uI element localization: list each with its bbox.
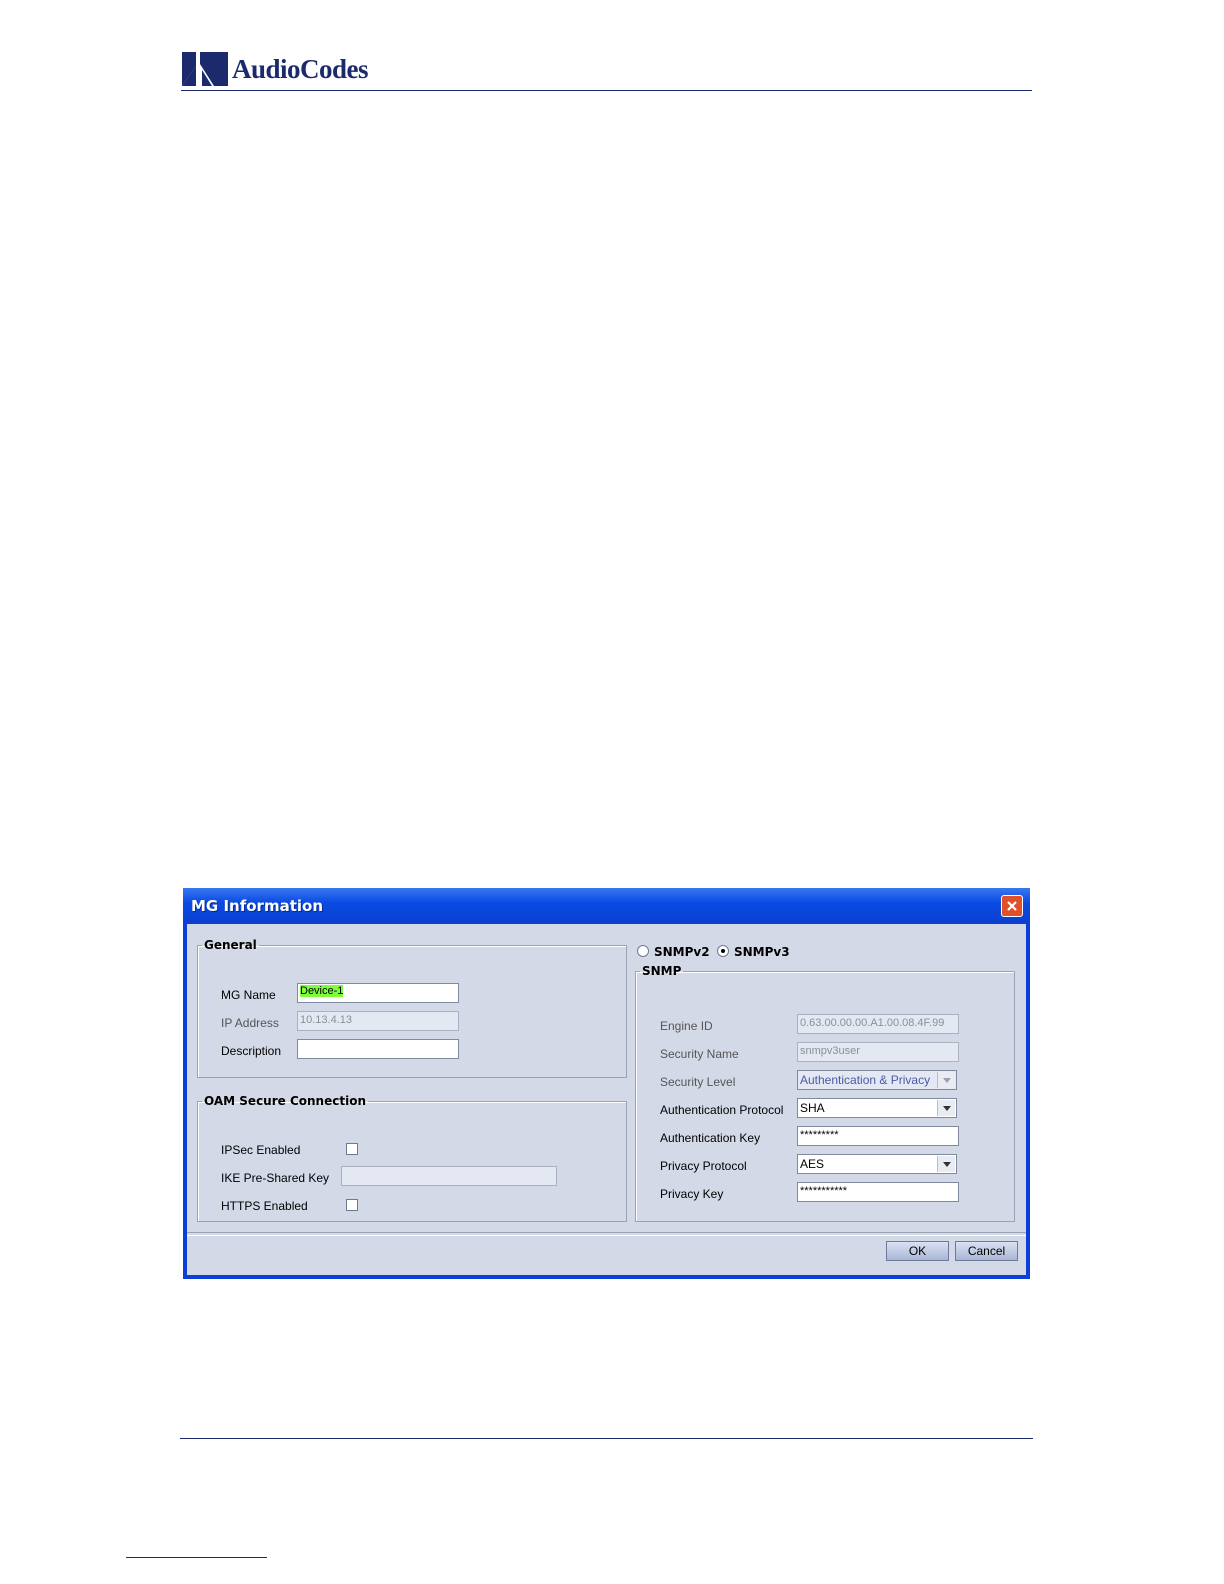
security-name-input: snmpv3user (797, 1042, 959, 1062)
close-icon (1007, 901, 1017, 911)
header-rule (181, 90, 1032, 91)
privacy-protocol-value: AES (800, 1157, 825, 1171)
https-enabled-label: HTTPS Enabled (221, 1199, 308, 1213)
general-legend: General (204, 938, 257, 952)
audiocodes-logo-icon (182, 52, 228, 86)
dialog-titlebar[interactable]: MG Information (183, 888, 1030, 924)
chevron-down-icon[interactable] (937, 1100, 955, 1116)
oam-legend: OAM Secure Connection (204, 1094, 366, 1108)
close-button[interactable] (1001, 895, 1023, 917)
snmpv3-label[interactable]: SNMPv3 (734, 945, 790, 959)
security-level-value: Authentication & Privacy (800, 1073, 931, 1087)
security-level-label: Security Level (660, 1075, 736, 1089)
chevron-down-icon (937, 1072, 955, 1088)
button-bar-separator (187, 1232, 1026, 1236)
mg-name-input[interactable]: Device-1 (297, 983, 459, 1003)
ip-address-input: 10.13.4.13 (297, 1011, 459, 1031)
https-enabled-checkbox[interactable] (346, 1199, 358, 1211)
mg-name-label: MG Name (221, 988, 276, 1002)
footnote-rule (126, 1557, 267, 1558)
cancel-button[interactable]: Cancel (955, 1241, 1018, 1261)
footer-rule (180, 1438, 1033, 1439)
dialog-client-area: General MG Name Device-1 IP Address 10.1… (187, 924, 1026, 1275)
privacy-protocol-label: Privacy Protocol (660, 1159, 747, 1173)
ike-pre-shared-key-input (341, 1166, 557, 1186)
ip-address-label: IP Address (221, 1016, 279, 1030)
snmpv2-radio[interactable] (637, 945, 649, 957)
security-level-select: Authentication & Privacy (797, 1070, 957, 1090)
chevron-down-icon[interactable] (937, 1156, 955, 1172)
authentication-protocol-value: SHA (800, 1101, 825, 1115)
engine-id-label: Engine ID (660, 1019, 713, 1033)
ike-pre-shared-key-label: IKE Pre-Shared Key (221, 1171, 330, 1185)
authentication-key-input[interactable]: ********* (797, 1126, 959, 1146)
authentication-key-label: Authentication Key (660, 1131, 761, 1145)
dialog-title: MG Information (191, 897, 323, 915)
snmpv3-radio[interactable] (717, 945, 729, 957)
ipsec-enabled-checkbox[interactable] (346, 1143, 358, 1155)
mg-name-value: Device-1 (300, 985, 344, 997)
snmp-legend: SNMP (642, 964, 682, 978)
mg-information-dialog: MG Information General MG Name Device-1 … (183, 888, 1030, 1279)
authentication-protocol-label: Authentication Protocol (660, 1103, 784, 1117)
description-label: Description (221, 1044, 282, 1058)
logo-text: AudioCodes (232, 53, 369, 84)
ok-button[interactable]: OK (886, 1241, 949, 1261)
privacy-key-input[interactable]: *********** (797, 1182, 959, 1202)
audiocodes-logo: AudioCodes (182, 51, 369, 87)
security-name-label: Security Name (660, 1047, 739, 1061)
engine-id-input: 0.63.00.00.00.A1.00.08.4F.99 (797, 1014, 959, 1034)
privacy-key-label: Privacy Key (660, 1187, 724, 1201)
privacy-protocol-select[interactable]: AES (797, 1154, 957, 1174)
authentication-protocol-select[interactable]: SHA (797, 1098, 957, 1118)
ipsec-enabled-label: IPSec Enabled (221, 1143, 301, 1157)
snmpv2-label[interactable]: SNMPv2 (654, 945, 710, 959)
description-input[interactable] (297, 1039, 459, 1059)
